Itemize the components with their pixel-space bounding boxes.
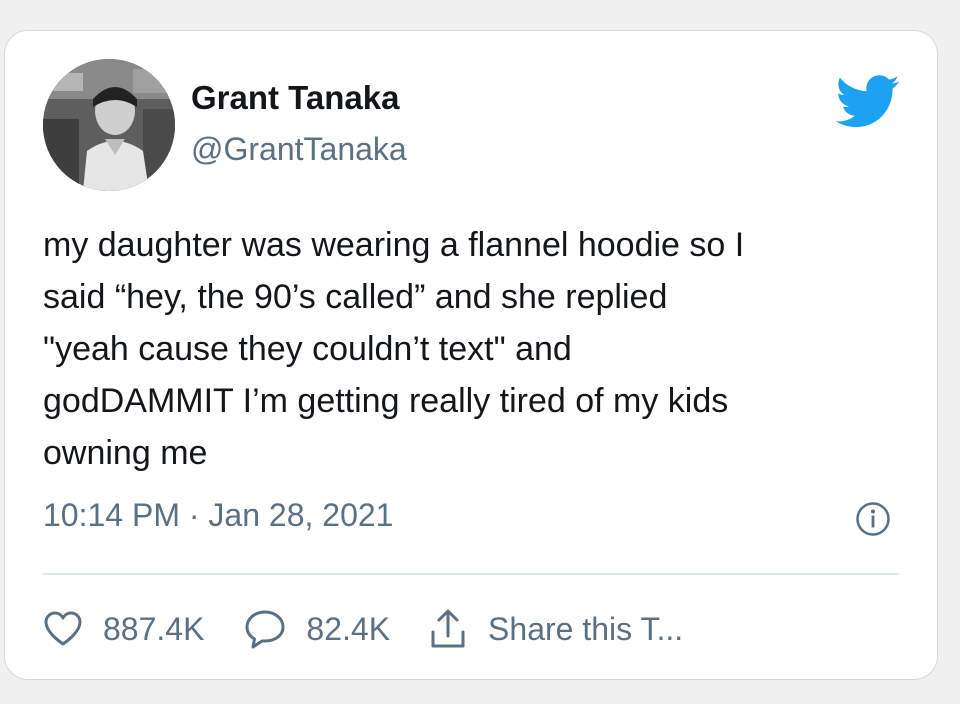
speech-bubble-icon	[245, 610, 285, 649]
info-icon[interactable]	[855, 501, 891, 537]
author-display-name[interactable]: Grant Tanaka	[191, 79, 399, 117]
avatar[interactable]	[43, 59, 175, 191]
reply-button[interactable]: 82.4K	[244, 609, 390, 649]
like-button[interactable]: 887.4K	[43, 610, 204, 648]
divider	[43, 573, 899, 575]
share-button[interactable]: Share this T...	[428, 608, 683, 650]
author-handle[interactable]: @GrantTanaka	[191, 131, 407, 168]
tweet-text: my daughter was wearing a flannel hoodie…	[43, 226, 745, 472]
share-icon	[431, 609, 465, 648]
tweet-card: Grant Tanaka @GrantTanaka my daughter wa…	[4, 30, 938, 680]
tweet-timestamp[interactable]: 10:14 PM · Jan 28, 2021	[43, 497, 393, 534]
share-label: Share this T...	[488, 610, 684, 647]
like-count: 887.4K	[103, 610, 205, 647]
avatar-image	[43, 59, 175, 191]
action-bar: 887.4K 82.4K Share this T...	[43, 603, 683, 655]
heart-icon	[44, 611, 82, 646]
reply-count: 82.4K	[306, 610, 391, 647]
twitter-bird-icon[interactable]	[835, 75, 901, 129]
